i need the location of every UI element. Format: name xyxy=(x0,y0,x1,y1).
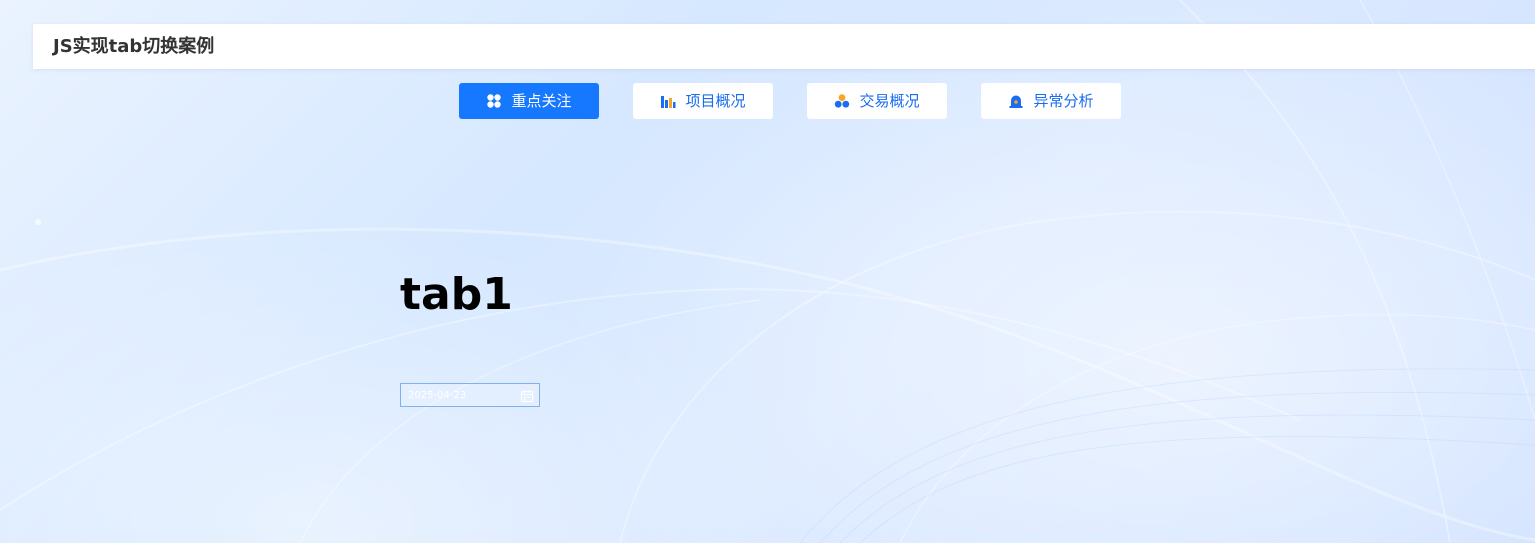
tab-label: 异常分析 xyxy=(1033,92,1094,110)
tab-bar: 重点关注 项目概况 交易概况 异常分析 xyxy=(0,83,1535,119)
tab-project-overview[interactable]: 项目概况 xyxy=(633,83,773,119)
tab-trade-overview[interactable]: 交易概况 xyxy=(807,83,947,119)
tab-anomaly-analysis[interactable]: 异常分析 xyxy=(981,83,1121,119)
alarm-icon xyxy=(1008,93,1024,109)
tab-key-focus[interactable]: 重点关注 xyxy=(459,83,599,119)
background-decoration xyxy=(0,0,1535,543)
tab-label: 项目概况 xyxy=(685,92,746,110)
page-header: JS实现tab切换案例 xyxy=(33,24,1535,69)
date-input[interactable]: 2025-04-23 xyxy=(400,383,540,407)
page-title: JS实现tab切换案例 xyxy=(53,36,215,57)
date-value: 2025-04-23 xyxy=(408,390,467,401)
circles-icon xyxy=(834,93,850,109)
calendar-icon[interactable] xyxy=(520,388,534,403)
tab-label: 重点关注 xyxy=(511,92,572,110)
tab-panel-title: tab1 xyxy=(400,269,513,320)
grid-icon xyxy=(486,93,502,109)
bar-chart-icon xyxy=(660,93,676,109)
tab-label: 交易概况 xyxy=(859,92,920,110)
